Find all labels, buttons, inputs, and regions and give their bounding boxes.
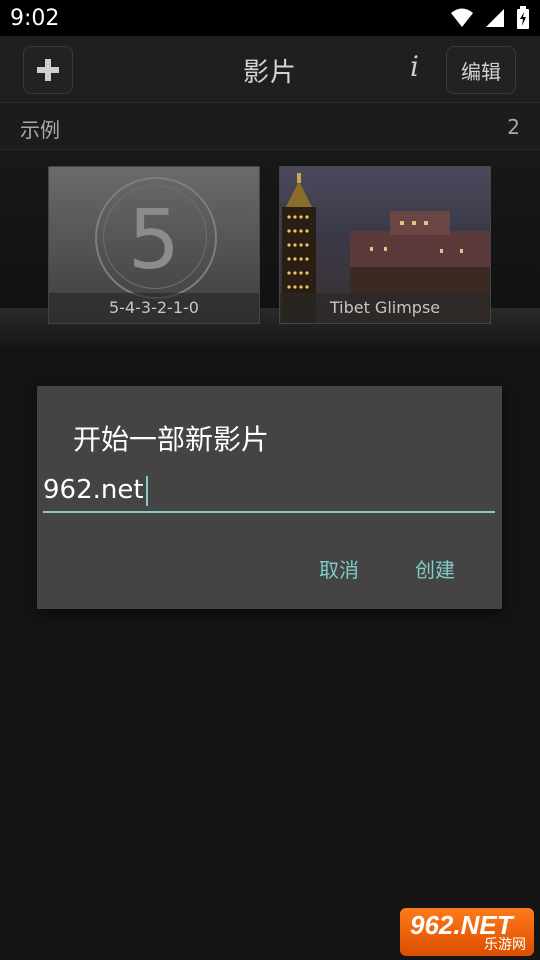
signal-icon [486, 9, 504, 27]
app-toolbar: 影片 i 编辑 [0, 36, 540, 103]
create-button[interactable]: 创建 [415, 554, 455, 583]
watermark-logo: 962.NET 乐游网 [400, 908, 534, 956]
watermark-sub: 乐游网 [484, 936, 526, 952]
movie-card-countdown[interactable]: 5 5-4-3-2-1-0 [48, 166, 260, 324]
movie-card-caption: Tibet Glimpse [280, 293, 490, 323]
movie-name-value: 962.net [43, 475, 144, 505]
dialog-title: 开始一部新影片 [73, 423, 270, 456]
countdown-number: 5 [127, 193, 181, 288]
system-icons [450, 6, 530, 30]
clock: 9:02 [10, 5, 60, 31]
section-count: 2 [507, 115, 520, 139]
new-movie-dialog: 开始一部新影片 962.net 取消 创建 [37, 386, 502, 609]
movie-name-input[interactable]: 962.net [43, 471, 495, 513]
info-icon[interactable]: i [410, 50, 419, 83]
status-bar: 9:02 [0, 0, 540, 36]
edit-button[interactable]: 编辑 [446, 46, 516, 94]
text-caret [145, 475, 148, 506]
cancel-button[interactable]: 取消 [319, 554, 359, 583]
section-header: 示例 2 [0, 103, 540, 150]
movie-card-caption: 5-4-3-2-1-0 [49, 293, 259, 323]
movie-card-tibet[interactable]: Tibet Glimpse [279, 166, 491, 324]
wifi-icon [451, 8, 473, 27]
battery-icon [517, 6, 529, 29]
section-label: 示例 [20, 118, 60, 142]
